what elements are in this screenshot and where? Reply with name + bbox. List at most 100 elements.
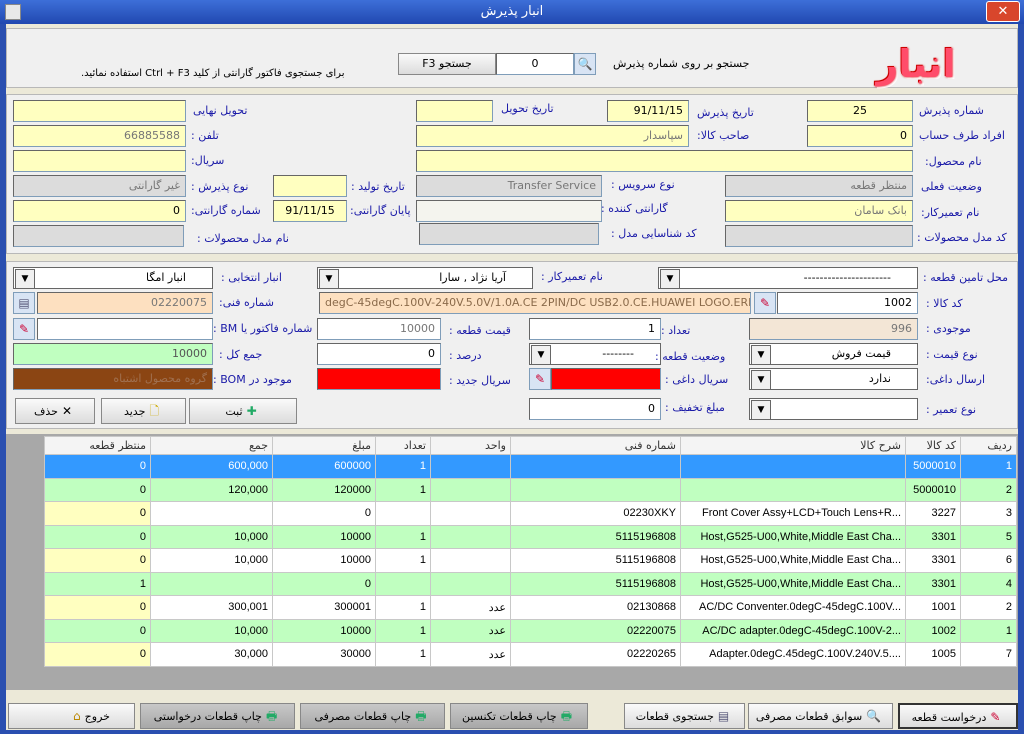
- table-cell: 2: [960, 595, 1017, 620]
- account-parties-field[interactable]: 0: [807, 125, 913, 147]
- table-cell: 30000: [272, 642, 376, 667]
- chevron-down-icon[interactable]: ▼: [751, 400, 771, 420]
- table-cell: Adapter.0degC.45degC.100V.240V.5....: [680, 642, 906, 667]
- percent-field[interactable]: 0: [317, 343, 441, 365]
- item-description-field: degC-45degC.100V-240V.5.0V/1.0A.CE 2PIN/…: [319, 292, 751, 314]
- search-parts-button[interactable]: ▤جستجوی قطعات: [624, 703, 745, 729]
- warehouse-combo[interactable]: انبار امگا ▼: [13, 267, 213, 289]
- reception-search-input[interactable]: 0: [496, 53, 574, 75]
- chevron-down-icon[interactable]: ▼: [751, 345, 771, 365]
- chevron-down-icon[interactable]: ▼: [751, 370, 771, 390]
- delete-x-icon: ✕: [61, 404, 73, 418]
- serial-field[interactable]: [13, 150, 186, 172]
- table-row[interactable]: 2 1001 AC/DC Conventer.0degC-45degC.100V..…: [44, 595, 1017, 620]
- chevron-down-icon[interactable]: ▼: [531, 345, 551, 365]
- exit-button[interactable]: خروج⌂: [8, 703, 135, 729]
- discount-field[interactable]: 0: [529, 398, 661, 420]
- table-cell: Front Cover Assy+LCD+Touch Lens+R...: [680, 501, 906, 526]
- table-cell: [430, 454, 511, 479]
- table-cell: 02230XKY: [510, 501, 681, 526]
- hot-serial-field[interactable]: [551, 368, 661, 390]
- delete-label: حذف: [33, 405, 58, 418]
- table-row[interactable]: 4 3301 Host,G525-U00,White,Middle East Cha…: [44, 571, 1017, 596]
- request-part-button[interactable]: ✎درخواست قطعه: [898, 703, 1018, 729]
- save-button[interactable]: ✚ثبت: [189, 398, 297, 424]
- chevron-down-icon[interactable]: ▼: [319, 269, 339, 289]
- table-row[interactable]: 2 5000010 1 120000 120,000 0: [44, 477, 1017, 502]
- edit-icon-button[interactable]: ✎: [529, 368, 551, 390]
- column-header[interactable]: شرح کالا: [680, 436, 906, 455]
- technician-field[interactable]: بانک سامان: [725, 200, 913, 222]
- supply-place-combo[interactable]: ---------------------- ▼: [658, 267, 918, 289]
- hot-serial-label: سریال داغی :: [665, 373, 729, 386]
- table-row[interactable]: 6 3301 Host,G525-U00,White,Middle East Cha…: [44, 548, 1017, 573]
- invoice-bm-field[interactable]: [37, 318, 213, 340]
- delete-button[interactable]: ✕حذف: [15, 398, 95, 424]
- product-name-field[interactable]: [416, 150, 913, 172]
- new-label: جدید: [123, 405, 146, 418]
- warranty-no-field[interactable]: 0: [13, 200, 186, 222]
- print-used-parts-button[interactable]: 🖶چاپ قطعات مصرفی: [300, 703, 445, 729]
- table-cell: 0: [44, 642, 151, 667]
- repair-type-combo[interactable]: ▼: [749, 398, 918, 420]
- delivery-date-field[interactable]: [416, 100, 493, 122]
- new-button[interactable]: 🗋جدید: [101, 398, 186, 424]
- print-technician-parts-button[interactable]: 🖶چاپ قطعات تکنسین: [450, 703, 588, 729]
- column-header[interactable]: شماره فنی: [510, 436, 681, 455]
- lookup-icon-button[interactable]: ▤: [13, 292, 35, 314]
- phone-field[interactable]: 66885588: [13, 125, 186, 147]
- part-technician-combo[interactable]: آریا نژاد , سارا ▼: [317, 267, 533, 289]
- unit-price-label: قیمت قطعه :: [449, 324, 511, 337]
- column-header[interactable]: ردیف: [960, 436, 1017, 455]
- reception-panel: 25 شماره پذیرش 91/11/15 تاریخ پذیرش تاری…: [6, 94, 1018, 254]
- usage-history-button[interactable]: 🔍سوابق قطعات مصرفی: [748, 703, 893, 729]
- table-row[interactable]: 1 5000010 1 600000 600,000 0: [44, 454, 1017, 479]
- price-type-combo[interactable]: قیمت فروش ▼: [749, 343, 918, 365]
- new-serial-field[interactable]: [317, 368, 441, 390]
- owner-field[interactable]: سپاسدار: [416, 125, 689, 147]
- table-cell: 3: [960, 501, 1017, 526]
- production-date-field[interactable]: [273, 175, 347, 197]
- warehouse-value: انبار امگا: [146, 271, 186, 284]
- search-f3-button[interactable]: جستجو F3: [398, 53, 496, 75]
- chevron-down-icon[interactable]: ▼: [15, 269, 35, 289]
- window-title: انبار پذیرش: [480, 4, 544, 19]
- search-icon-button[interactable]: 🔍: [574, 53, 596, 75]
- edit-icon-button[interactable]: ✎: [754, 292, 776, 314]
- item-code-field[interactable]: 1002: [777, 292, 918, 314]
- reception-date-field[interactable]: 91/11/15: [607, 100, 689, 122]
- column-header[interactable]: تعداد: [375, 436, 431, 455]
- grid-header-row: ردیف کد کالا شرح کالا شماره فنی واحد تعداد مبل…: [44, 436, 1017, 455]
- hot-send-value: ندارد: [868, 372, 891, 385]
- close-button[interactable]: ✕: [986, 1, 1020, 22]
- reception-type-field: غیر گارانتی: [13, 175, 186, 197]
- reception-no-field[interactable]: 25: [807, 100, 913, 122]
- table-row[interactable]: 3 3227 Front Cover Assy+LCD+Touch Lens+R..…: [44, 501, 1017, 526]
- guarantor-field: [416, 200, 602, 222]
- table-cell: 30,000: [150, 642, 273, 667]
- part-status-combo[interactable]: -------- ▼: [529, 343, 661, 365]
- unit-price-field[interactable]: 10000: [317, 318, 441, 340]
- model-id-label: کد شناسایی مدل :: [611, 227, 697, 240]
- final-delivery-field[interactable]: [13, 100, 186, 122]
- column-header[interactable]: کد کالا: [905, 436, 961, 455]
- warranty-no-label: شماره گارانتی:: [191, 204, 261, 217]
- quantity-field[interactable]: 1: [529, 318, 661, 340]
- table-row[interactable]: 1 1002 AC/DC adapter.0degC-45degC.100V-2..…: [44, 618, 1017, 643]
- table-cell: 1: [375, 477, 431, 502]
- hot-send-combo[interactable]: ندارد ▼: [749, 368, 918, 390]
- tech-no-field[interactable]: 02220075: [37, 292, 213, 314]
- edit-icon-button[interactable]: ✎: [13, 318, 35, 340]
- chevron-down-icon[interactable]: ▼: [660, 269, 680, 289]
- table-cell: 5115196808: [510, 571, 681, 596]
- print-requested-parts-button[interactable]: 🖶چاپ قطعات درخواستی: [140, 703, 295, 729]
- warranty-end-field[interactable]: 91/11/15: [273, 200, 347, 222]
- table-row[interactable]: 5 3301 Host,G525-U00,White,Middle East Cha…: [44, 524, 1017, 549]
- service-type-label: نوع سرویس :: [611, 178, 675, 191]
- column-header[interactable]: واحد: [430, 436, 511, 455]
- column-header[interactable]: منتظر قطعه: [44, 436, 151, 455]
- column-header[interactable]: جمع: [150, 436, 273, 455]
- table-cell: 5000010: [905, 477, 961, 502]
- column-header[interactable]: مبلغ: [272, 436, 376, 455]
- table-row[interactable]: 7 1005 Adapter.0degC.45degC.100V.240V.5...…: [44, 642, 1017, 667]
